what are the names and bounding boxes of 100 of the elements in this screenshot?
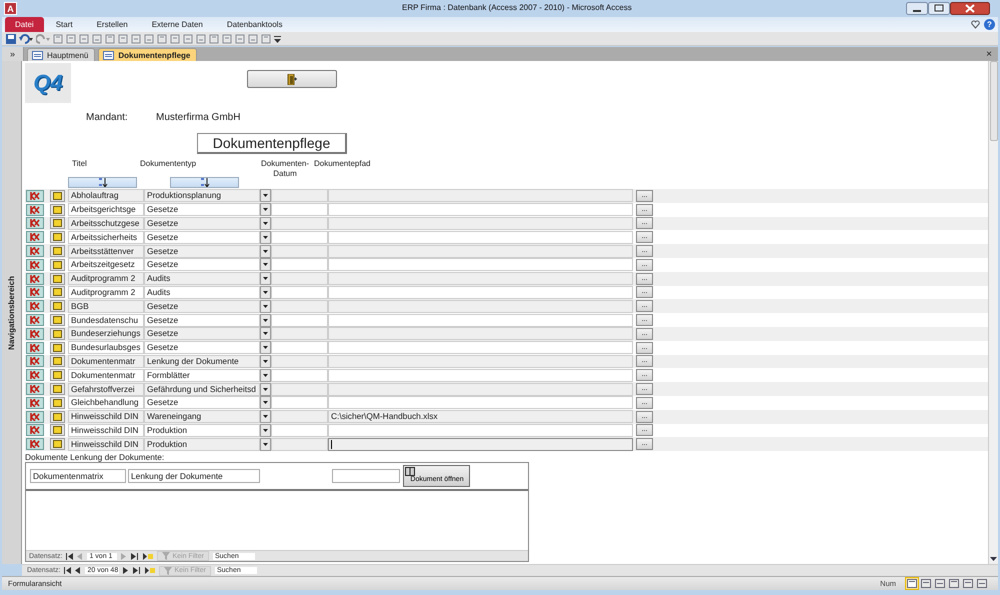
delete-button[interactable] xyxy=(26,424,44,436)
path-field[interactable] xyxy=(328,341,633,354)
path-field[interactable] xyxy=(328,203,633,216)
ribbon-tab[interactable]: Erstellen xyxy=(84,17,140,32)
date-field[interactable] xyxy=(271,272,328,286)
delete-button[interactable] xyxy=(26,190,44,202)
title-field[interactable]: Auditprogramm 2 xyxy=(68,286,144,299)
dropdown-button[interactable] xyxy=(260,396,271,410)
delete-button[interactable] xyxy=(26,355,44,368)
type-field[interactable]: Gefährdung und Sicherheitsd xyxy=(144,382,260,396)
close-button[interactable]: × xyxy=(986,48,992,60)
date-field[interactable] xyxy=(271,410,328,424)
type-field[interactable]: Gesetze xyxy=(144,341,260,354)
dropdown-button[interactable] xyxy=(260,216,271,230)
title-field[interactable]: Hinweisschild DIN xyxy=(68,424,144,437)
title-field[interactable]: Arbeitsschutzgese xyxy=(68,216,144,230)
document-tab[interactable]: Dokumentenpflege xyxy=(98,48,198,61)
customize-icon[interactable] xyxy=(274,34,281,44)
ribbon-tab[interactable]: Externe Daten xyxy=(140,17,215,32)
title-field[interactable]: Arbeitszeitgesetz xyxy=(68,258,144,272)
last-record-button[interactable] xyxy=(131,552,140,560)
delete-button[interactable] xyxy=(26,383,44,396)
dropdown-button[interactable] xyxy=(260,189,271,202)
path-field[interactable] xyxy=(328,438,633,451)
maximize-button[interactable] xyxy=(928,2,950,15)
delete-button[interactable] xyxy=(26,231,44,244)
delete-button[interactable] xyxy=(26,438,44,450)
edit-button[interactable] xyxy=(50,328,65,340)
edit-button[interactable] xyxy=(50,383,65,396)
ribbon-tab[interactable]: Datei xyxy=(5,17,44,32)
edit-button[interactable] xyxy=(50,300,65,312)
text-field[interactable]: Lenkung der Dokumente xyxy=(128,469,260,484)
date-field[interactable] xyxy=(271,189,328,202)
title-field[interactable]: Bundesurlaubsges xyxy=(68,341,144,354)
title-field[interactable]: Gleichbehandlung xyxy=(68,396,144,410)
delete-button[interactable] xyxy=(26,314,44,326)
view-icon[interactable] xyxy=(920,578,932,589)
dropdown-button[interactable] xyxy=(260,314,271,327)
type-field[interactable]: Produktion xyxy=(144,424,260,437)
edit-button[interactable] xyxy=(50,396,65,409)
edit-button[interactable] xyxy=(50,190,65,202)
type-field[interactable]: Produktionsplanung xyxy=(144,189,260,202)
dropdown-button[interactable] xyxy=(260,438,271,451)
path-field[interactable] xyxy=(328,424,633,437)
date-field[interactable] xyxy=(271,286,328,299)
type-field[interactable]: Gesetze xyxy=(144,203,260,216)
title-field[interactable]: Dokumentenmatr xyxy=(68,368,144,382)
dropdown-button[interactable] xyxy=(260,341,271,354)
new-record-button[interactable] xyxy=(143,552,154,560)
delete-button[interactable] xyxy=(26,410,44,423)
dropdown-button[interactable] xyxy=(260,258,271,272)
heart-icon[interactable] xyxy=(971,20,980,29)
delete-button[interactable] xyxy=(26,342,44,354)
type-field[interactable]: Gesetze xyxy=(144,216,260,230)
type-field[interactable]: Gesetze xyxy=(144,396,260,410)
dropdown-button[interactable] xyxy=(260,230,271,244)
edit-button[interactable] xyxy=(50,342,65,354)
close-button[interactable] xyxy=(950,2,990,15)
exit-button[interactable] xyxy=(247,70,337,88)
sort-button[interactable] xyxy=(170,177,239,188)
delete-button[interactable] xyxy=(26,204,44,216)
path-field[interactable] xyxy=(328,216,633,230)
title-field[interactable]: Arbeitsgerichtsge xyxy=(68,203,144,216)
title-field[interactable]: Bundeserziehungs xyxy=(68,327,144,340)
date-field[interactable] xyxy=(271,368,328,382)
path-field[interactable]: C:\sicher\QM-Handbuch.xlsx xyxy=(328,410,633,424)
dropdown-button[interactable] xyxy=(260,286,271,299)
date-field[interactable] xyxy=(271,438,328,451)
path-field[interactable] xyxy=(328,244,633,258)
path-field[interactable] xyxy=(328,230,633,244)
help-button[interactable]: ? xyxy=(984,19,995,30)
edit-button[interactable] xyxy=(50,204,65,216)
scroll-thumb[interactable] xyxy=(990,61,998,141)
edit-button[interactable] xyxy=(50,355,65,368)
navigation-pane[interactable]: Navigationsbereich xyxy=(2,61,22,564)
path-field[interactable] xyxy=(328,272,633,286)
type-field[interactable]: Gesetze xyxy=(144,314,260,327)
delete-button[interactable] xyxy=(26,328,44,340)
date-field[interactable] xyxy=(271,424,328,437)
path-field[interactable] xyxy=(328,382,633,396)
path-field[interactable] xyxy=(328,314,633,327)
view-icon[interactable] xyxy=(976,578,988,589)
ribbon-tab[interactable]: Datenbanktools xyxy=(214,17,294,32)
dropdown-button[interactable] xyxy=(260,410,271,424)
save-icon[interactable] xyxy=(6,34,16,44)
type-field[interactable]: Produktion xyxy=(144,438,260,451)
title-field[interactable]: Hinweisschild DIN xyxy=(68,438,144,451)
view-icon[interactable] xyxy=(906,578,918,589)
minimize-button[interactable] xyxy=(906,2,928,15)
dropdown-button[interactable] xyxy=(260,300,271,313)
path-field[interactable] xyxy=(328,258,633,272)
dropdown-button[interactable] xyxy=(260,368,271,382)
expand-button[interactable]: » xyxy=(2,47,24,61)
title-field[interactable]: Arbeitsstättenver xyxy=(68,244,144,258)
text-field[interactable] xyxy=(332,469,400,484)
date-field[interactable] xyxy=(271,382,328,396)
dropdown-button[interactable] xyxy=(260,382,271,396)
ribbon-tab[interactable]: Start xyxy=(44,17,85,32)
date-field[interactable] xyxy=(271,244,328,258)
delete-button[interactable] xyxy=(26,369,44,382)
